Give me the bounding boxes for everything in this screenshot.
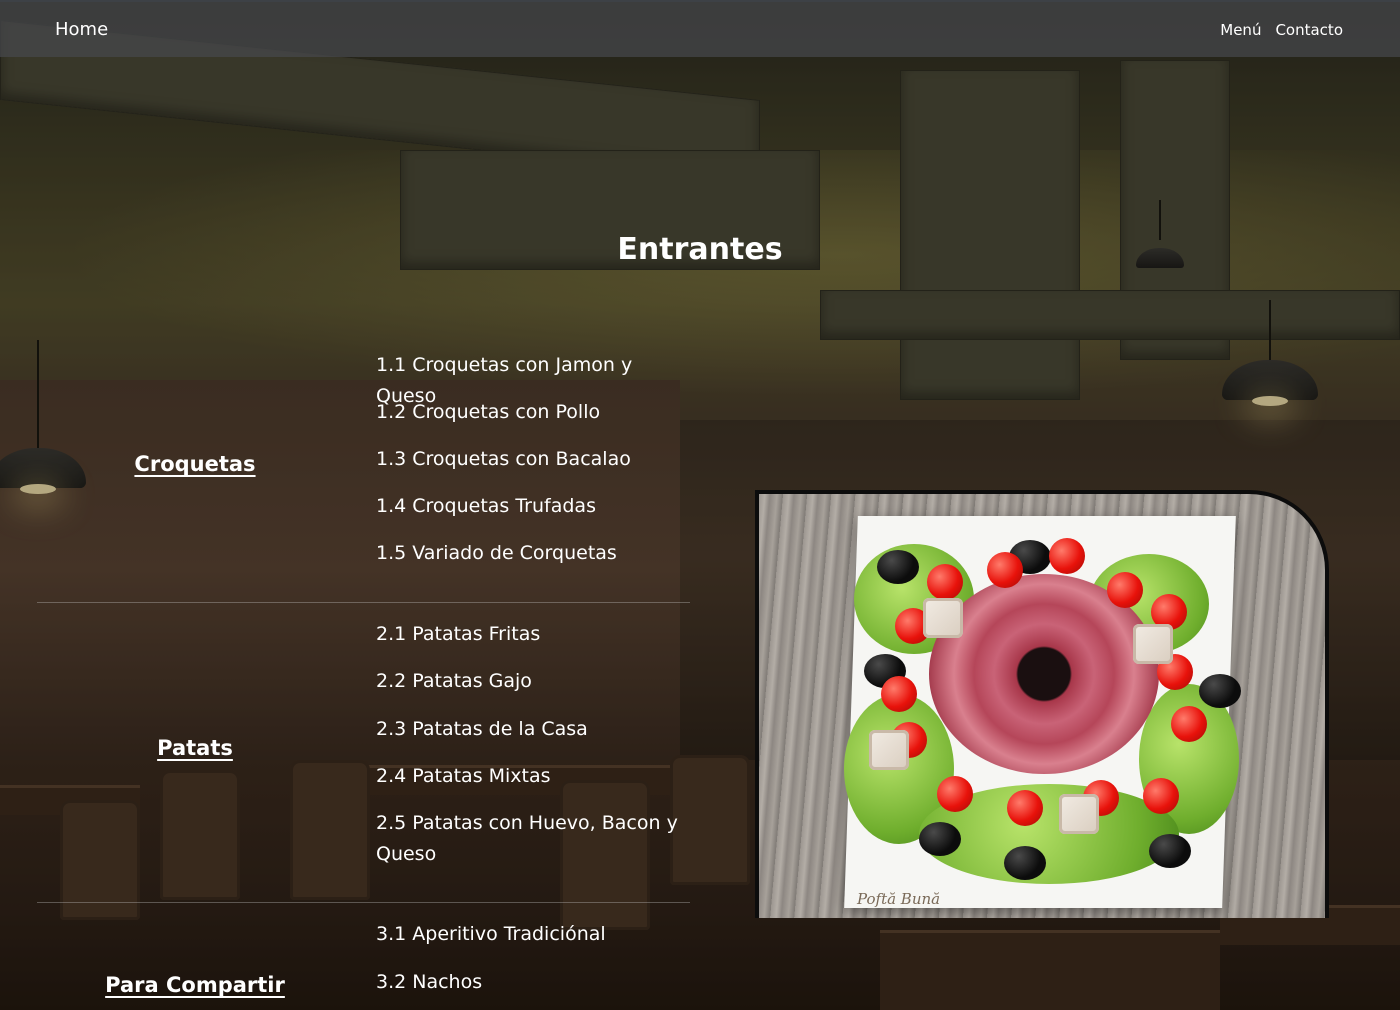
section-divider [37, 902, 690, 903]
nav-link-contacto[interactable]: Contacto [1275, 21, 1343, 39]
menu-item: 2.1 Patatas Fritas [376, 623, 541, 645]
menu-item: 2.5 Patatas con Huevo, Bacon y Queso [376, 812, 678, 865]
nav-link-menu[interactable]: Menú [1220, 21, 1261, 39]
menu-item: 1.3 Croquetas con Bacalao [376, 448, 631, 470]
menu-item: 2.3 Patatas de la Casa [376, 718, 588, 740]
section-divider [37, 602, 690, 603]
food-image: Poftă Bună [755, 490, 1329, 918]
home-link[interactable]: Home [55, 19, 108, 40]
menu-item: 1.2 Croquetas con Pollo [376, 401, 601, 423]
menu-item: 1.5 Variado de Corquetas [376, 542, 617, 564]
menu-item: 2.2 Patatas Gajo [376, 670, 532, 692]
category-patats[interactable]: Patats [0, 736, 390, 760]
page-title: Entrantes [617, 232, 783, 267]
menu-item: 1.4 Croquetas Trufadas [376, 495, 596, 517]
menu-item: 3.2 Nachos [376, 971, 483, 993]
menu-item: 3.1 Aperitivo Tradiciónal [376, 923, 606, 945]
category-croquetas[interactable]: Croquetas [0, 452, 390, 476]
nav-links: Menú Contacto [1220, 21, 1343, 39]
image-watermark: Poftă Bună [857, 890, 941, 908]
menu-item: 2.4 Patatas Mixtas [376, 765, 551, 787]
category-para-compartir[interactable]: Para Compartir [0, 973, 390, 997]
top-navbar: Home Menú Contacto [0, 0, 1400, 57]
